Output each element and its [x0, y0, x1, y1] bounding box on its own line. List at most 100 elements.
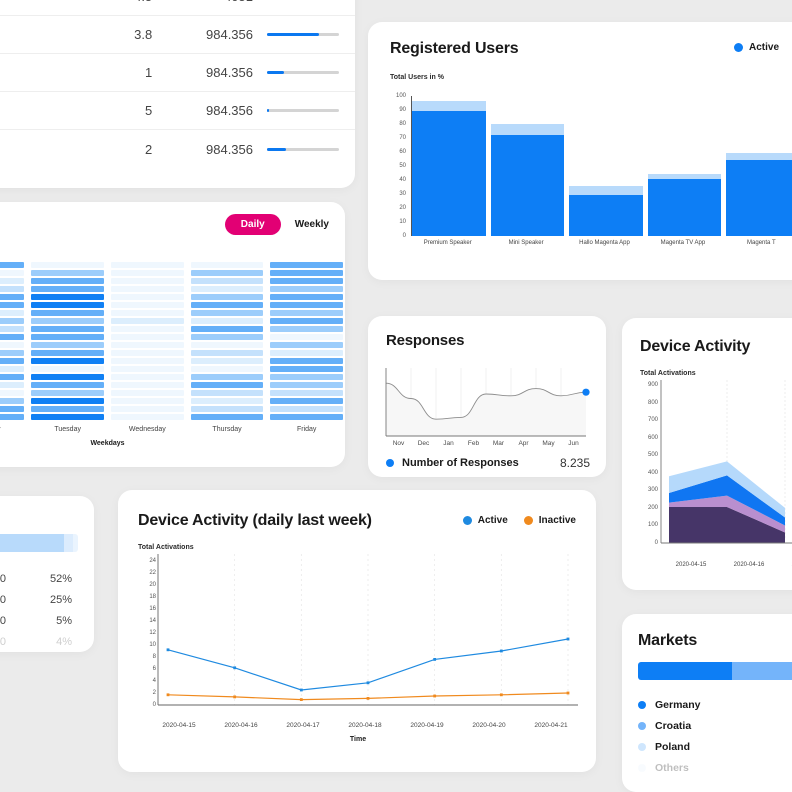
heatmap-cell: [0, 294, 25, 300]
heatmap-cell: [31, 278, 105, 284]
toggle-weekly-button[interactable]: Weekly: [295, 219, 329, 230]
heatmap-column: [190, 262, 264, 420]
heatmap-cell: [190, 342, 264, 348]
legend-dot: [462, 516, 472, 525]
heatmap-cell: [111, 310, 184, 316]
heatmap-cell: [190, 326, 264, 332]
heatmap-cell: [190, 294, 264, 300]
y-tick: 80: [399, 121, 406, 127]
y-tick: 4: [152, 678, 156, 684]
responses-sparkline: [385, 368, 590, 437]
bar-magenta-t[interactable]: [726, 96, 792, 236]
heatmap-cell: [31, 366, 105, 372]
heatmap-x-label: Wednesday: [128, 426, 166, 433]
registered-users-y-ticks: 0 10 20 30 40 50 60 70 80 90 100: [390, 84, 408, 239]
table-cell-rating: 3.8: [134, 27, 153, 42]
markets-left-bar-segment: [0, 534, 64, 552]
markets-left-list-item[interactable]: 34.34025%: [0, 589, 78, 610]
device-activity-area-y-axis-title: Total Activations: [640, 370, 696, 377]
toggle-daily-button[interactable]: Daily: [224, 214, 281, 235]
legend-item[interactable]: Inactive: [523, 515, 576, 526]
legend-dot: [523, 516, 533, 525]
y-tick: 600: [647, 434, 658, 441]
heatmap-cell: [111, 262, 184, 268]
heatmap-cell: [111, 358, 184, 364]
heatmap-cell: [270, 270, 344, 276]
markets-left-percent: 52%: [49, 572, 72, 585]
heatmap-cell: [190, 406, 264, 412]
x-label: 2020-04-17: [778, 562, 792, 568]
heatmap-cell: [111, 278, 184, 284]
x-label: Nov: [392, 440, 405, 447]
registered-users-title: Registered Users: [390, 40, 519, 57]
heatmap-cell: [111, 366, 184, 372]
heatmap-cell: [31, 382, 105, 388]
responses-footer-value: 8.235: [559, 456, 590, 470]
device-activity-daily-y-ticks: 0 2 4 6 8 10 12 14 16 18 20 22 24: [138, 554, 158, 712]
heatmap-cell: [270, 414, 344, 420]
x-label: Hallo Magenta App: [579, 240, 630, 246]
ratings-table-body: 4.54051 3.8 984.356 1 984.356 5 984.356 2 984.35…: [0, 0, 355, 168]
progress-bar: [267, 147, 339, 151]
heatmap-cell: [31, 414, 105, 420]
table-cell-count: 984.356: [206, 103, 253, 118]
heatmap-cell: [31, 350, 105, 356]
x-label: Jan: [443, 440, 454, 447]
y-tick: 8: [152, 654, 156, 660]
table-cell-count: 984.356: [206, 65, 253, 80]
bar-premium-speaker[interactable]: [412, 96, 486, 236]
bar-mini-speaker[interactable]: [490, 96, 565, 236]
heatmap-cell: [270, 278, 344, 284]
heatmap-cell: [31, 398, 105, 404]
heatmap-cell: [0, 390, 25, 396]
heatmap-cell: [270, 318, 344, 324]
markets-list-item[interactable]: Croatia34.3: [638, 715, 792, 736]
markets-list-item[interactable]: Poland3.9: [638, 736, 792, 757]
heatmap-cell: [270, 302, 344, 308]
bar-segment-active: [412, 111, 486, 236]
y-tick: 0: [152, 702, 156, 708]
table-row: 5 984.356: [0, 92, 355, 130]
markets-country-label: Others: [655, 761, 689, 774]
markets-list-item[interactable]: Germany75.1: [638, 694, 792, 715]
heatmap-cell: [270, 406, 344, 412]
heatmap-range-toggle[interactable]: Daily Weekly: [224, 214, 329, 235]
x-label: 2020-04-15: [675, 562, 707, 568]
heatmap-cell: [190, 278, 264, 284]
bar-magenta-tv-app[interactable]: [647, 96, 722, 236]
markets-stacked-bar: [638, 662, 792, 680]
legend-item[interactable]: Active: [733, 42, 779, 53]
heatmap-cell: [0, 334, 25, 340]
ratings-table-card: 4.54051 3.8 984.356 1 984.356 5 984.356 2 984.35…: [0, 0, 355, 188]
registered-users-card: Registered Users Active Total Users in %…: [368, 22, 792, 280]
heatmap-cell: [270, 398, 344, 404]
markets-dot: [638, 700, 646, 709]
heatmap-cell: [111, 270, 184, 276]
bar-hallo-magenta-app[interactable]: [569, 96, 643, 236]
y-tick: 10: [399, 219, 406, 225]
heatmap-cell: [111, 302, 184, 308]
heatmap-cell: [270, 334, 344, 340]
legend-item[interactable]: Active: [462, 515, 508, 526]
device-activity-daily-x-axis-title: Time: [349, 736, 367, 743]
heatmap-cell: [0, 270, 25, 276]
y-tick: 10: [149, 642, 156, 648]
heatmap-x-label: Thursday: [212, 426, 242, 433]
markets-left-list-item[interactable]: 3.9805%: [0, 610, 78, 631]
device-activity-area-plot: 0 100 200 300 400 500 600 700 800 900: [640, 380, 792, 560]
device-activity-daily-plot: 0 2 4 6 8 10 12 14 16 18 20 22 24: [138, 554, 578, 724]
bar-segment-active: [569, 195, 643, 236]
heatmap-cell: [190, 414, 264, 420]
markets-left-list-item[interactable]: 75.12052%: [0, 568, 78, 589]
markets-list-item[interactable]: Others2.5: [638, 757, 792, 778]
heatmap-cell: [31, 326, 105, 332]
x-label: Apr: [518, 440, 529, 447]
x-label: Jun: [568, 440, 579, 447]
bar-segment-inactive: [726, 153, 792, 161]
markets-left-card: 75.12052%34.34025%3.9805%2.5704%: [0, 496, 94, 652]
markets-left-list-item[interactable]: 2.5704%: [0, 631, 78, 652]
heatmap-cell: [270, 326, 344, 332]
heatmap-cell: [111, 398, 184, 404]
y-tick: 16: [149, 606, 156, 612]
heatmap-cell: [31, 334, 105, 340]
